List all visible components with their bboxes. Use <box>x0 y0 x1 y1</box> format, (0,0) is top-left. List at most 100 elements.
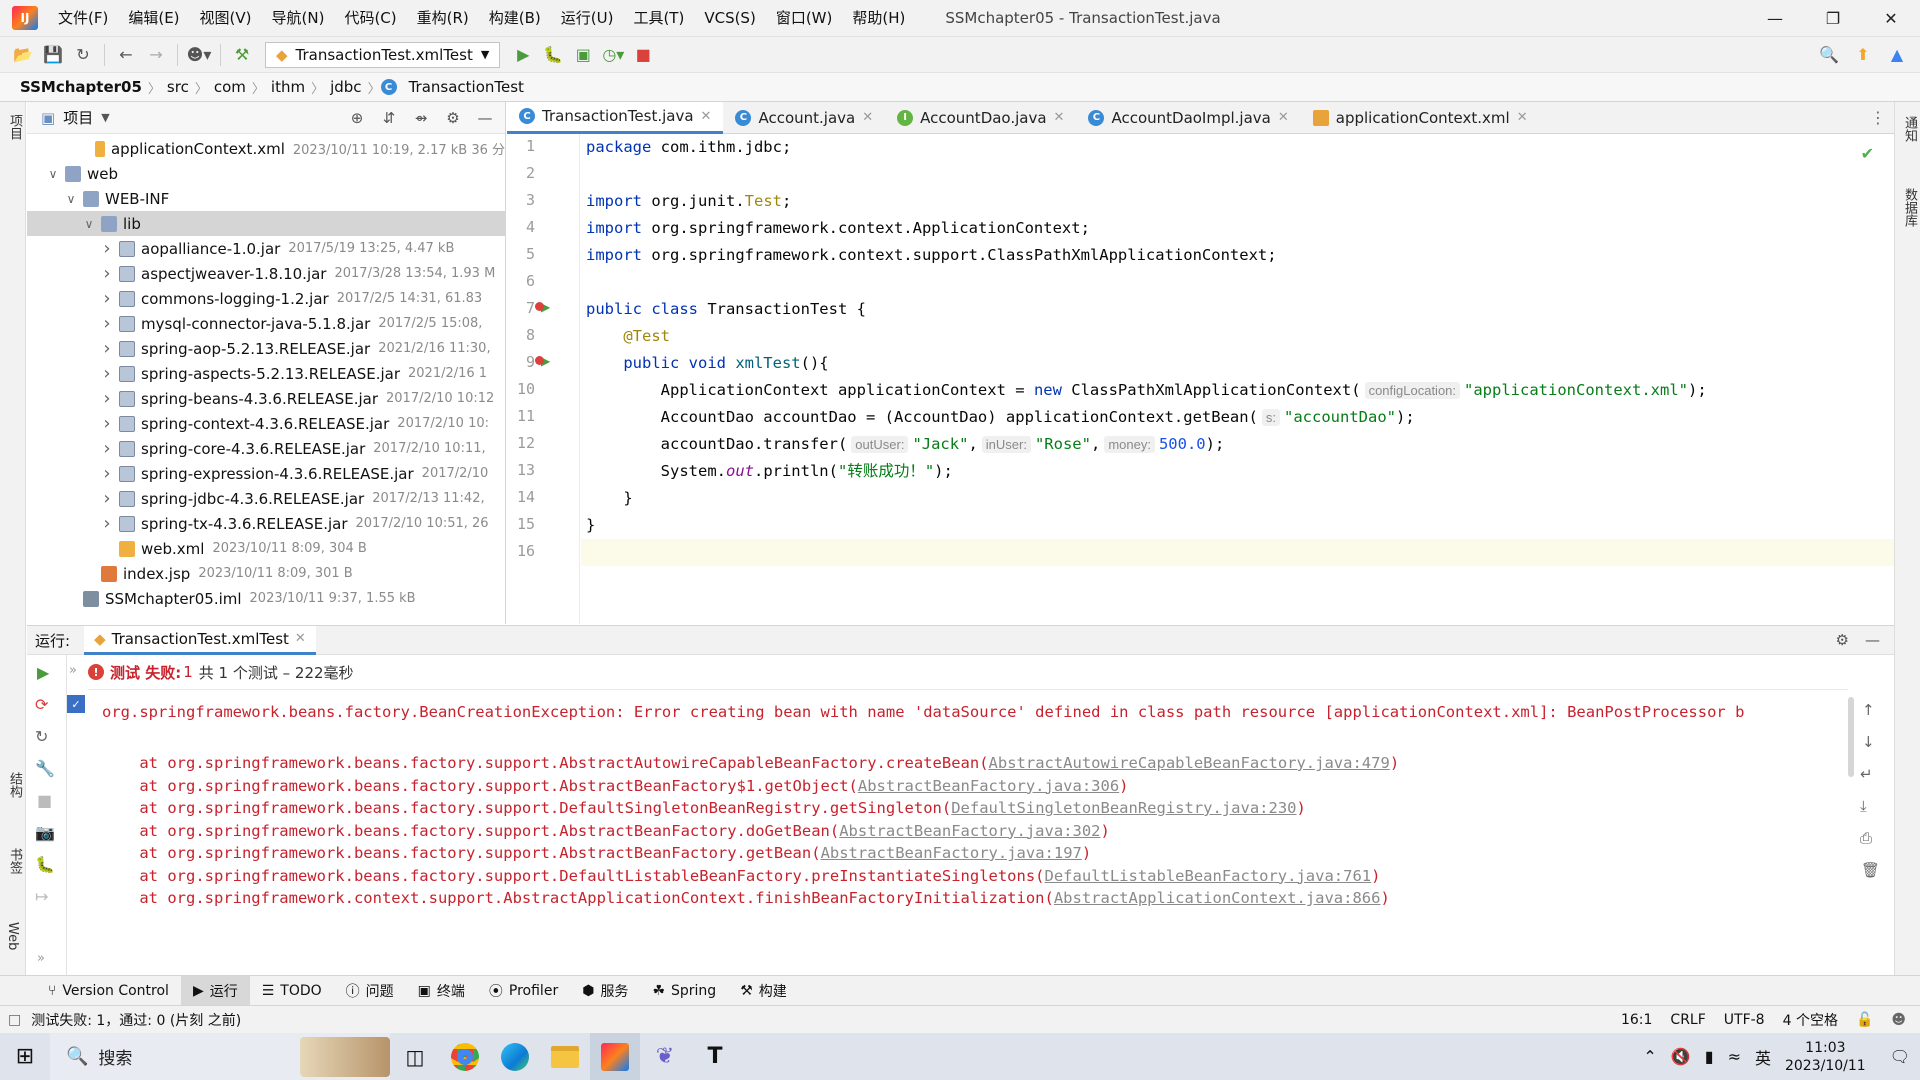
chevron-down-icon[interactable]: ∨ <box>45 167 61 181</box>
run-config-select[interactable]: ◆ TransactionTest.xmlTest ▼ <box>265 41 501 68</box>
close-icon[interactable]: ✕ <box>862 110 873 125</box>
open-folder-icon[interactable]: 📂 <box>8 41 38 69</box>
user-icon[interactable]: ☻▾ <box>184 41 214 69</box>
stack-trace-link[interactable]: AbstractBeanFactory.java:302 <box>839 822 1100 840</box>
chevron-right-icon[interactable]: › <box>99 388 115 409</box>
tree-row[interactable]: › commons-logging-1.2.jar 2017/2/5 14:31, … <box>27 286 505 311</box>
breadcrumb-item[interactable]: SSMchapter05 <box>14 78 148 96</box>
chevron-down-icon[interactable]: ▼ <box>101 111 109 124</box>
stack-trace-link[interactable]: DefaultSingletonBeanRegistry.java:230 <box>951 799 1296 817</box>
editor-tab[interactable]: C AccountDaoImpl.java ✕ <box>1076 102 1300 134</box>
tree-row[interactable]: › spring-core-4.3.6.RELEASE.jar 2017/2/10 … <box>27 436 505 461</box>
camera-icon[interactable]: 📷 <box>35 823 55 842</box>
ime-indicator[interactable]: 英 <box>1755 1045 1771 1069</box>
expand-all-icon[interactable]: ⇵ <box>375 109 403 127</box>
debug-icon[interactable]: 🐛 <box>538 41 568 69</box>
bottom-tab[interactable]: ▶ 运行 <box>180 975 250 1006</box>
wifi-icon[interactable]: ≈ <box>1728 1047 1741 1066</box>
editor-tab[interactable]: C TransactionTest.java ✕ <box>507 101 724 134</box>
hide-panel-icon[interactable]: — <box>1865 631 1880 649</box>
cursor-position[interactable]: 16:1 <box>1621 1012 1652 1028</box>
breadcrumb-item[interactable]: com <box>208 78 252 96</box>
plugin-icon[interactable]: ▲ <box>1882 41 1912 69</box>
chevron-right-icon[interactable]: › <box>99 438 115 459</box>
console-scrollbar[interactable] <box>1848 697 1854 777</box>
build-hammer-icon[interactable]: ⚒ <box>227 41 257 69</box>
intellij-taskbar-icon[interactable] <box>590 1033 640 1080</box>
hide-panel-icon[interactable]: — <box>471 109 499 127</box>
feather-app-icon[interactable]: ❦ <box>640 1033 690 1080</box>
bottom-tab[interactable]: ☘ Spring <box>640 976 728 1006</box>
status-toggle-icon[interactable]: □ <box>8 1012 21 1028</box>
restore-icon[interactable]: ❐ <box>1804 0 1862 36</box>
stack-trace-link[interactable]: AbstractBeanFactory.java:197 <box>821 844 1082 862</box>
tree-row[interactable]: › spring-expression-4.3.6.RELEASE.jar 2017… <box>27 461 505 486</box>
stack-trace-link[interactable]: AbstractApplicationContext.java:866 <box>1054 889 1381 907</box>
editor-tab[interactable]: applicationContext.xml ✕ <box>1301 102 1540 134</box>
expand-icon[interactable]: » <box>69 663 77 678</box>
print-icon[interactable]: ⎙ <box>1860 829 1872 847</box>
chevron-right-icon[interactable]: › <box>99 363 115 384</box>
back-arrow-icon[interactable]: ← <box>111 41 141 69</box>
chrome-icon[interactable] <box>440 1033 490 1080</box>
coverage-icon[interactable]: ▣ <box>568 41 598 69</box>
menu-item-1[interactable]: 编辑(E) <box>118 0 189 36</box>
project-tool-label[interactable]: 项目 <box>5 114 24 140</box>
sync-icon[interactable]: ↻ <box>68 41 98 69</box>
tree-row[interactable]: ∨ WEB-INF <box>27 186 505 211</box>
breadcrumb-item[interactable]: TransactionTest <box>403 78 530 96</box>
menu-item-4[interactable]: 代码(C) <box>334 0 406 36</box>
more-tabs-icon[interactable]: ⋮ <box>1870 108 1886 127</box>
chevron-down-icon[interactable]: ∨ <box>81 217 97 231</box>
tree-row[interactable]: › aopalliance-1.0.jar 2017/5/19 13:25, 4.4… <box>27 236 505 261</box>
menu-item-9[interactable]: VCS(S) <box>694 0 765 36</box>
scroll-to-end-icon[interactable]: ⤓ <box>1860 797 1867 815</box>
chevron-right-icon[interactable]: › <box>99 263 115 284</box>
forward-arrow-icon[interactable]: → <box>141 41 171 69</box>
debug-icon[interactable]: 🐛 <box>35 855 55 874</box>
status-message[interactable]: 测试失败: 1，通过: 0 (片刻 之前) <box>31 1010 241 1030</box>
no-problems-check-icon[interactable]: ✔ <box>1861 144 1874 163</box>
taskbar-search[interactable]: 🔍 搜索 <box>50 1033 390 1080</box>
bookmarks-tool-label[interactable]: 书签 <box>5 848 24 874</box>
notification-center-icon[interactable]: 🗨 <box>1890 1047 1910 1066</box>
chevron-right-icon[interactable]: › <box>99 313 115 334</box>
bottom-tab[interactable]: ⬢ 服务 <box>570 976 640 1006</box>
soft-wrap-icon[interactable]: ↵ <box>1860 765 1873 783</box>
volume-muted-icon[interactable]: 🔇 <box>1671 1047 1691 1066</box>
bottom-tab[interactable]: ⚒ 构建 <box>728 976 799 1006</box>
bottom-tab[interactable]: ☰ TODO <box>250 976 334 1006</box>
tree-row[interactable]: › spring-context-4.3.6.RELEASE.jar 2017/2/… <box>27 411 505 436</box>
chevron-right-icon[interactable]: › <box>99 513 115 534</box>
editor-tab[interactable]: I AccountDao.java ✕ <box>885 102 1076 134</box>
tray-chevron-icon[interactable]: ⌃ <box>1643 1047 1656 1066</box>
locate-icon[interactable]: ⊕ <box>343 109 371 127</box>
typora-icon[interactable]: T <box>690 1033 740 1080</box>
tree-row[interactable]: index.jsp 2023/10/11 8:09, 301 B <box>27 561 505 586</box>
tree-row[interactable]: › spring-beans-4.3.6.RELEASE.jar 2017/2/10… <box>27 386 505 411</box>
collapse-all-icon[interactable]: ⇴ <box>407 109 435 127</box>
editor-tab[interactable]: C Account.java ✕ <box>723 102 885 134</box>
battery-icon[interactable]: ▮ <box>1705 1047 1714 1066</box>
close-icon[interactable]: ✕ <box>1054 110 1065 125</box>
checkbox-icon[interactable]: ✓ <box>67 695 85 713</box>
tree-row[interactable]: › spring-aop-5.2.13.RELEASE.jar 2021/2/16 … <box>27 336 505 361</box>
notifications-tool-label[interactable]: 通知 <box>1900 116 1919 142</box>
breadcrumb-item[interactable]: jdbc <box>324 78 367 96</box>
rerun-failed-icon[interactable]: ⟳ <box>35 695 48 714</box>
tree-row[interactable]: applicationContext.xml 2023/10/11 10:19, … <box>27 136 505 161</box>
indent-setting[interactable]: 4 个空格 <box>1783 1010 1838 1030</box>
stack-trace-link[interactable]: DefaultListableBeanFactory.java:761 <box>1045 867 1372 885</box>
tree-row[interactable]: web.xml 2023/10/11 8:09, 304 B <box>27 536 505 561</box>
bottom-tab[interactable]: ▣ 终端 <box>406 976 477 1006</box>
chevron-right-icon[interactable]: › <box>99 463 115 484</box>
clock[interactable]: 11:03 2023/10/11 <box>1785 1039 1866 1075</box>
close-icon[interactable]: ✕ <box>1278 110 1289 125</box>
menu-item-7[interactable]: 运行(U) <box>551 0 624 36</box>
menu-item-5[interactable]: 重构(R) <box>407 0 479 36</box>
database-tool-label[interactable]: 数据库 <box>1900 188 1919 227</box>
tree-row[interactable]: ∨ web <box>27 161 505 186</box>
file-encoding[interactable]: UTF-8 <box>1724 1012 1765 1028</box>
edge-icon[interactable] <box>490 1033 540 1080</box>
project-view-label[interactable]: 项目 <box>63 107 93 128</box>
